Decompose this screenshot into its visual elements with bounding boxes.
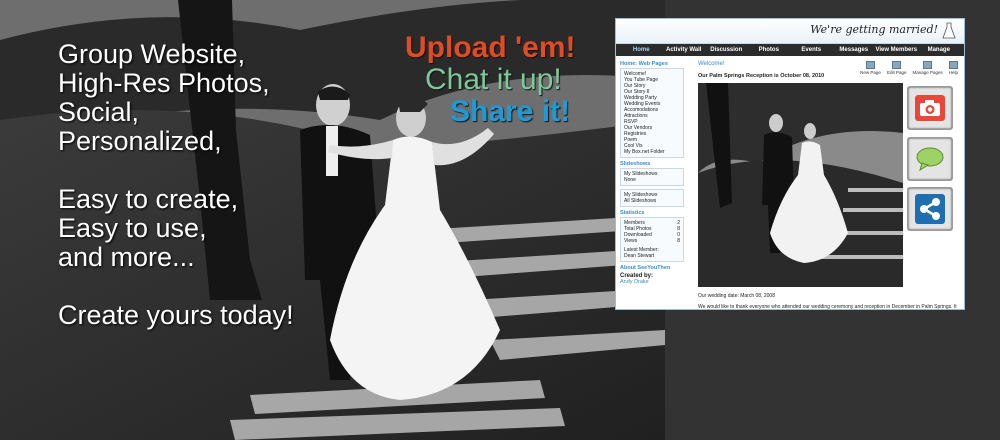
pitch-line: High-Res Photos, — [58, 68, 270, 98]
pitch-line: Group Website, — [58, 39, 246, 69]
nav-events[interactable]: Events — [790, 47, 833, 53]
pitch-line: Easy to use, — [58, 213, 207, 243]
dress-icon — [942, 22, 956, 39]
sidebar-heading-home: Home: Web Pages — [620, 61, 668, 67]
promo-banner: Group Website, High-Res Photos, Social, … — [0, 0, 1000, 440]
tagline-upload: Upload 'em! — [405, 31, 576, 64]
statistics-box: Members 2 Total Photos 8 Downloaded 0 Views… — [620, 217, 684, 262]
nav-activity-wall[interactable]: Activity Wall — [663, 47, 706, 53]
site-nav: Home Activity Wall Discussion Photos Eve… — [616, 44, 964, 56]
site-sidebar: Home: Web Pages Welcome! You Tube Page O… — [620, 61, 684, 285]
pitch-line: Personalized, — [58, 126, 222, 156]
stat-value: 8 — [677, 238, 680, 244]
stat-label: Views — [624, 238, 638, 244]
created-by[interactable]: Andy Drake — [620, 279, 684, 285]
share-button[interactable] — [907, 187, 953, 231]
sidebar-heading-about[interactable]: About SeeYouThen — [620, 265, 684, 271]
pitch-line: and more... — [58, 242, 195, 272]
camera-icon — [915, 95, 945, 121]
chat-button[interactable] — [907, 137, 953, 181]
page-link[interactable]: My Box.net Folder — [624, 149, 680, 155]
feature-pitch: Group Website, High-Res Photos, Social, … — [58, 40, 294, 330]
sidebar-heading-slideshows: Slideshows — [620, 161, 651, 167]
taglines: Upload 'em! Chat it up! Share it! — [405, 32, 575, 128]
nav-manage[interactable]: Manage — [918, 47, 961, 53]
latest-member[interactable]: Dean Stewart — [624, 253, 680, 259]
pitch-line: Social, — [58, 97, 140, 127]
pages-list: Welcome! You Tube Page Our Story Our Sto… — [620, 68, 684, 158]
site-header: We're getting married! — [616, 19, 964, 44]
slideshow-link[interactable]: All Slideshows — [624, 198, 680, 204]
tagline-share: Share it! — [450, 95, 571, 128]
welcome-heading: Welcome! — [698, 61, 725, 67]
tagline-chat: Chat it up! — [425, 63, 562, 96]
share-icon — [915, 194, 945, 224]
nav-discussion[interactable]: Discussion — [705, 47, 748, 53]
stat-row: Views 8 — [624, 238, 680, 244]
nav-view-members[interactable]: View Members — [875, 47, 918, 53]
upload-photo-button[interactable] — [907, 86, 953, 130]
post-photo — [698, 83, 903, 287]
slideshows-box: My Slideshows None — [620, 168, 684, 186]
post-title: Our Palm Springs Reception is October 08… — [698, 73, 825, 79]
call-to-action: Create yours today! — [58, 300, 294, 330]
post-caption: Our wedding date: March 08, 2008 — [698, 293, 775, 299]
slideshow-text: None — [624, 177, 636, 183]
slideshows-box-2: My Slideshows All Slideshows — [620, 189, 684, 207]
sidebar-heading-statistics: Statistics — [620, 210, 645, 216]
speech-bubble-icon — [916, 147, 944, 171]
nav-photos[interactable]: Photos — [748, 47, 791, 53]
pitch-line: Easy to create, — [58, 184, 239, 214]
nav-messages[interactable]: Messages — [833, 47, 876, 53]
nav-home[interactable]: Home — [620, 47, 663, 53]
post-body: We would like to thank everyone who atte… — [698, 304, 957, 310]
site-title: We're getting married! — [810, 23, 938, 36]
